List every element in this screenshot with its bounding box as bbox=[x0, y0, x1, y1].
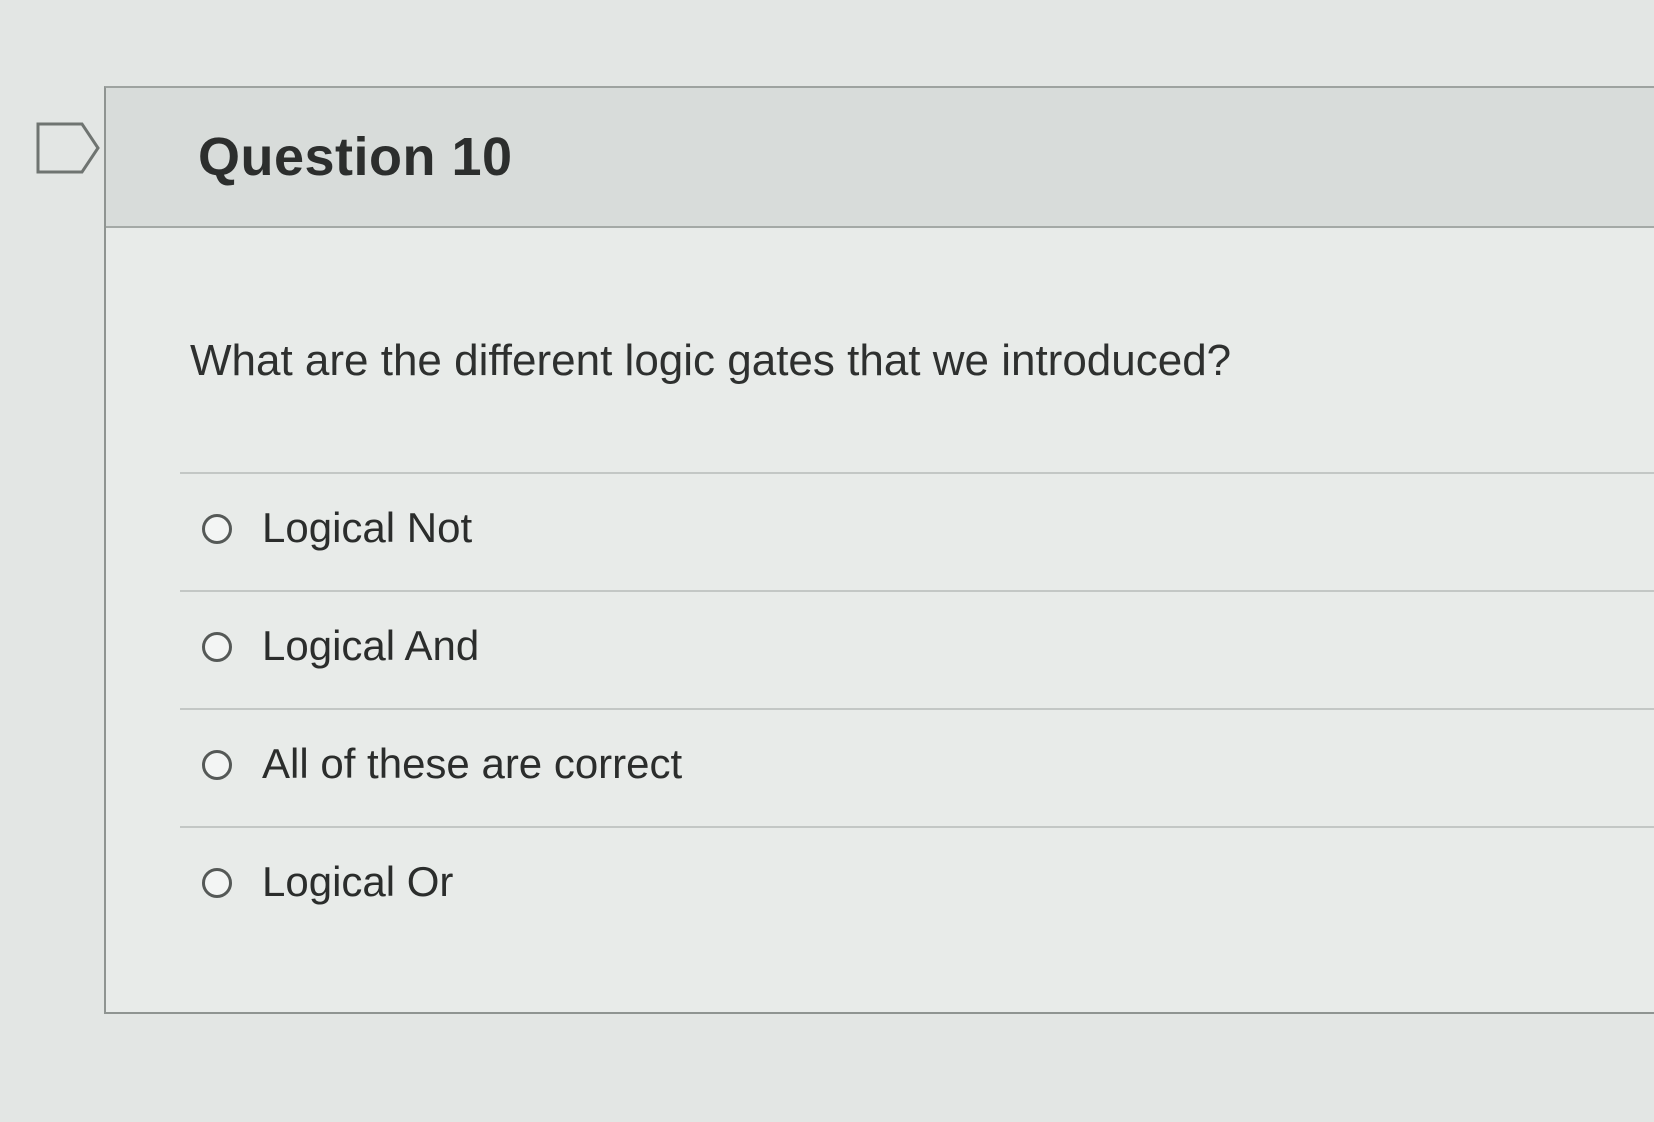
answer-option[interactable]: All of these are correct bbox=[180, 708, 1654, 826]
flag-question-icon[interactable] bbox=[36, 122, 102, 174]
question-title: Question 10 bbox=[198, 127, 513, 187]
question-card: Question 10 What are the different logic… bbox=[104, 86, 1654, 1014]
radio-button-icon[interactable] bbox=[202, 514, 232, 544]
radio-button-icon[interactable] bbox=[202, 750, 232, 780]
answer-label[interactable]: All of these are correct bbox=[262, 740, 682, 788]
question-header: Question 10 bbox=[106, 88, 1654, 228]
answer-option[interactable]: Logical Not bbox=[180, 472, 1654, 590]
answer-list: Logical Not Logical And All of these are… bbox=[180, 472, 1654, 944]
answer-option[interactable]: Logical Or bbox=[180, 826, 1654, 944]
radio-button-icon[interactable] bbox=[202, 632, 232, 662]
question-text: What are the different logic gates that … bbox=[190, 336, 1232, 385]
answer-label[interactable]: Logical Not bbox=[262, 504, 472, 552]
answer-option[interactable]: Logical And bbox=[180, 590, 1654, 708]
radio-button-icon[interactable] bbox=[202, 868, 232, 898]
answer-label[interactable]: Logical Or bbox=[262, 858, 453, 906]
answer-label[interactable]: Logical And bbox=[262, 622, 479, 670]
